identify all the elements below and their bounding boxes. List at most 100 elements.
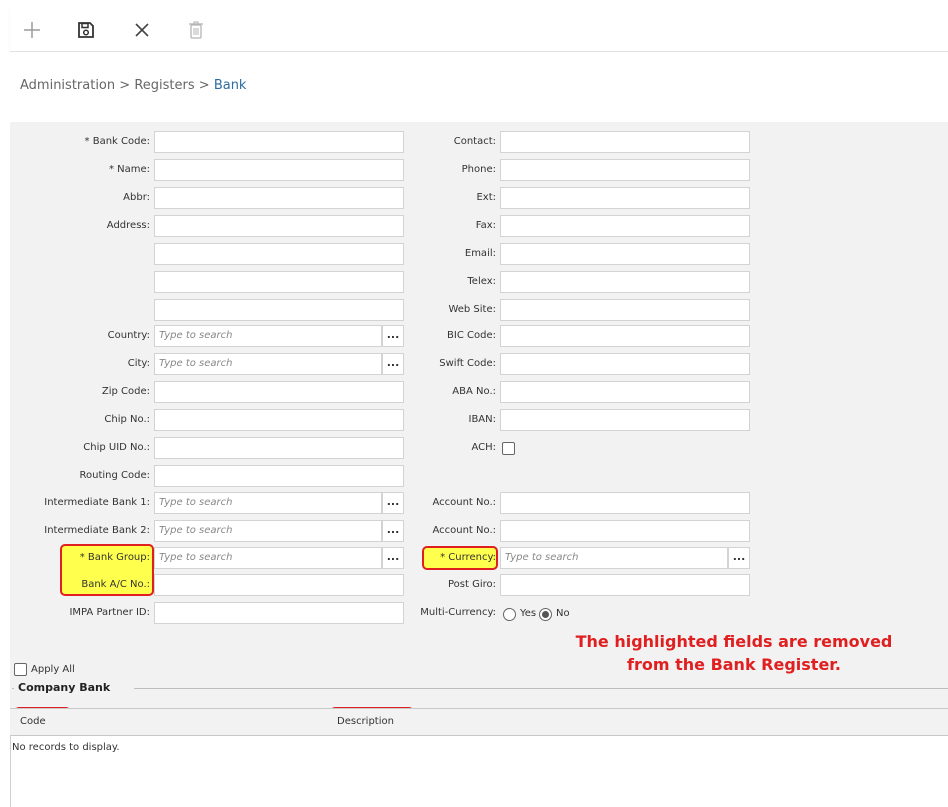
city-placeholder: Type to search xyxy=(159,358,233,369)
bank-group-input[interactable]: Type to search xyxy=(154,547,382,569)
breadcrumb-registers[interactable]: Registers xyxy=(134,78,194,93)
plus-icon xyxy=(24,22,40,38)
city-lookup-button[interactable]: ... xyxy=(382,353,404,375)
add-button[interactable] xyxy=(18,16,46,44)
close-button[interactable] xyxy=(128,16,156,44)
intermediate-bank-2-label: Intermediate Bank 2: xyxy=(44,525,150,536)
intermediate-bank-2-input[interactable]: Type to search xyxy=(154,520,382,542)
currency-placeholder: Type to search xyxy=(505,552,579,563)
telex-label: Telex: xyxy=(467,276,496,287)
breadcrumb-separator: > xyxy=(198,78,210,93)
country-search-input[interactable]: Type to search xyxy=(154,325,382,347)
multi-currency-yes-label: Yes xyxy=(520,608,537,619)
bank-code-input[interactable] xyxy=(154,131,404,153)
chip-uid-input[interactable] xyxy=(154,437,404,459)
address-line-4-input[interactable] xyxy=(154,299,404,321)
chip-no-input[interactable] xyxy=(154,409,404,431)
ach-label: ACH: xyxy=(471,442,496,453)
form-panel: * Bank Code: * Name: Abbr: Address: Coun… xyxy=(10,122,948,807)
currency-label: * Currency: xyxy=(440,552,496,563)
web-site-input[interactable] xyxy=(500,299,750,321)
delete-button[interactable] xyxy=(182,16,210,44)
aba-no-label: ABA No.: xyxy=(452,386,496,397)
currency-search-input[interactable]: Type to search xyxy=(500,547,728,569)
ext-label: Ext: xyxy=(476,192,496,203)
iban-input[interactable] xyxy=(500,409,750,431)
bank-group-label: * Bank Group: xyxy=(79,552,150,563)
zip-code-label: Zip Code: xyxy=(101,386,150,397)
fax-input[interactable] xyxy=(500,215,750,237)
multi-currency-no-radio[interactable] xyxy=(539,608,552,621)
address-line-1-input[interactable] xyxy=(154,215,404,237)
address-label: Address: xyxy=(106,220,150,231)
company-bank-title: Company Bank xyxy=(18,681,111,694)
intermediate-bank-1-lookup-button[interactable]: ... xyxy=(382,492,404,514)
intermediate-bank-1-input[interactable]: Type to search xyxy=(154,492,382,514)
breadcrumb: Administration > Registers > Bank xyxy=(20,78,246,93)
account-no-1-input[interactable] xyxy=(500,492,750,514)
bank-ac-no-input[interactable] xyxy=(154,574,404,596)
ach-checkbox[interactable] xyxy=(502,442,515,455)
chip-uid-label: Chip UID No.: xyxy=(83,442,150,453)
phone-input[interactable] xyxy=(500,159,750,181)
telex-input[interactable] xyxy=(500,271,750,293)
chip-no-label: Chip No.: xyxy=(104,414,150,425)
annotation-text: The highlighted fields are removed from … xyxy=(530,630,938,676)
no-records-message: No records to display. xyxy=(12,742,120,753)
routing-code-input[interactable] xyxy=(154,465,404,487)
bank-ac-no-label: Bank A/C No.: xyxy=(81,579,150,590)
bank-code-label: * Bank Code: xyxy=(84,136,150,147)
address-line-2-input[interactable] xyxy=(154,243,404,265)
contact-label: Contact: xyxy=(453,136,496,147)
ext-input[interactable] xyxy=(500,187,750,209)
multi-currency-label: Multi-Currency: xyxy=(420,607,496,618)
bic-code-input[interactable] xyxy=(500,325,750,347)
swift-code-input[interactable] xyxy=(500,353,750,375)
bic-code-label: BIC Code: xyxy=(447,330,496,341)
country-label: Country: xyxy=(107,330,150,341)
account-no-2-input[interactable] xyxy=(500,520,750,542)
intermediate-bank-2-lookup-button[interactable]: ... xyxy=(382,520,404,542)
apply-all-checkbox[interactable] xyxy=(14,663,27,676)
multi-currency-yes-radio[interactable] xyxy=(503,608,516,621)
post-giro-input[interactable] xyxy=(500,574,750,596)
annotation-line-2: from the Bank Register. xyxy=(627,655,841,674)
intermediate-bank-2-placeholder: Type to search xyxy=(159,525,233,536)
impa-partner-id-input[interactable] xyxy=(154,602,404,624)
phone-label: Phone: xyxy=(461,164,496,175)
breadcrumb-separator: > xyxy=(119,78,131,93)
city-search-input[interactable]: Type to search xyxy=(154,353,382,375)
email-input[interactable] xyxy=(500,243,750,265)
company-bank-grid-header xyxy=(10,708,948,736)
bank-group-placeholder: Type to search xyxy=(159,552,233,563)
company-bank-rule xyxy=(134,688,948,689)
code-column-header[interactable]: Code xyxy=(20,716,46,727)
bank-group-lookup-button[interactable]: ... xyxy=(382,547,404,569)
close-icon xyxy=(135,23,149,37)
abbr-input[interactable] xyxy=(154,187,404,209)
company-bank-rule-left xyxy=(12,688,14,689)
zip-code-input[interactable] xyxy=(154,381,404,403)
annotation-line-1: The highlighted fields are removed xyxy=(575,632,893,651)
account-no-1-label: Account No.: xyxy=(432,497,496,508)
iban-label: IBAN: xyxy=(468,414,497,425)
breadcrumb-current: Bank xyxy=(213,78,247,93)
intermediate-bank-1-placeholder: Type to search xyxy=(159,497,233,508)
city-label: City: xyxy=(127,358,150,369)
address-line-3-input[interactable] xyxy=(154,271,404,293)
save-icon xyxy=(78,22,94,38)
currency-lookup-button[interactable]: ... xyxy=(728,547,750,569)
contact-input[interactable] xyxy=(500,131,750,153)
routing-code-label: Routing Code: xyxy=(79,470,151,481)
top-strip xyxy=(0,0,948,8)
country-lookup-button[interactable]: ... xyxy=(382,325,404,347)
description-column-header[interactable]: Description xyxy=(337,716,394,727)
apply-all-label: Apply All xyxy=(31,664,75,675)
aba-no-input[interactable] xyxy=(500,381,750,403)
intermediate-bank-1-label: Intermediate Bank 1: xyxy=(44,497,150,508)
web-site-label: Web Site: xyxy=(448,304,496,315)
company-bank-grid-body xyxy=(10,736,948,807)
name-input[interactable] xyxy=(154,159,404,181)
breadcrumb-administration[interactable]: Administration xyxy=(20,78,115,93)
save-button[interactable] xyxy=(72,16,100,44)
